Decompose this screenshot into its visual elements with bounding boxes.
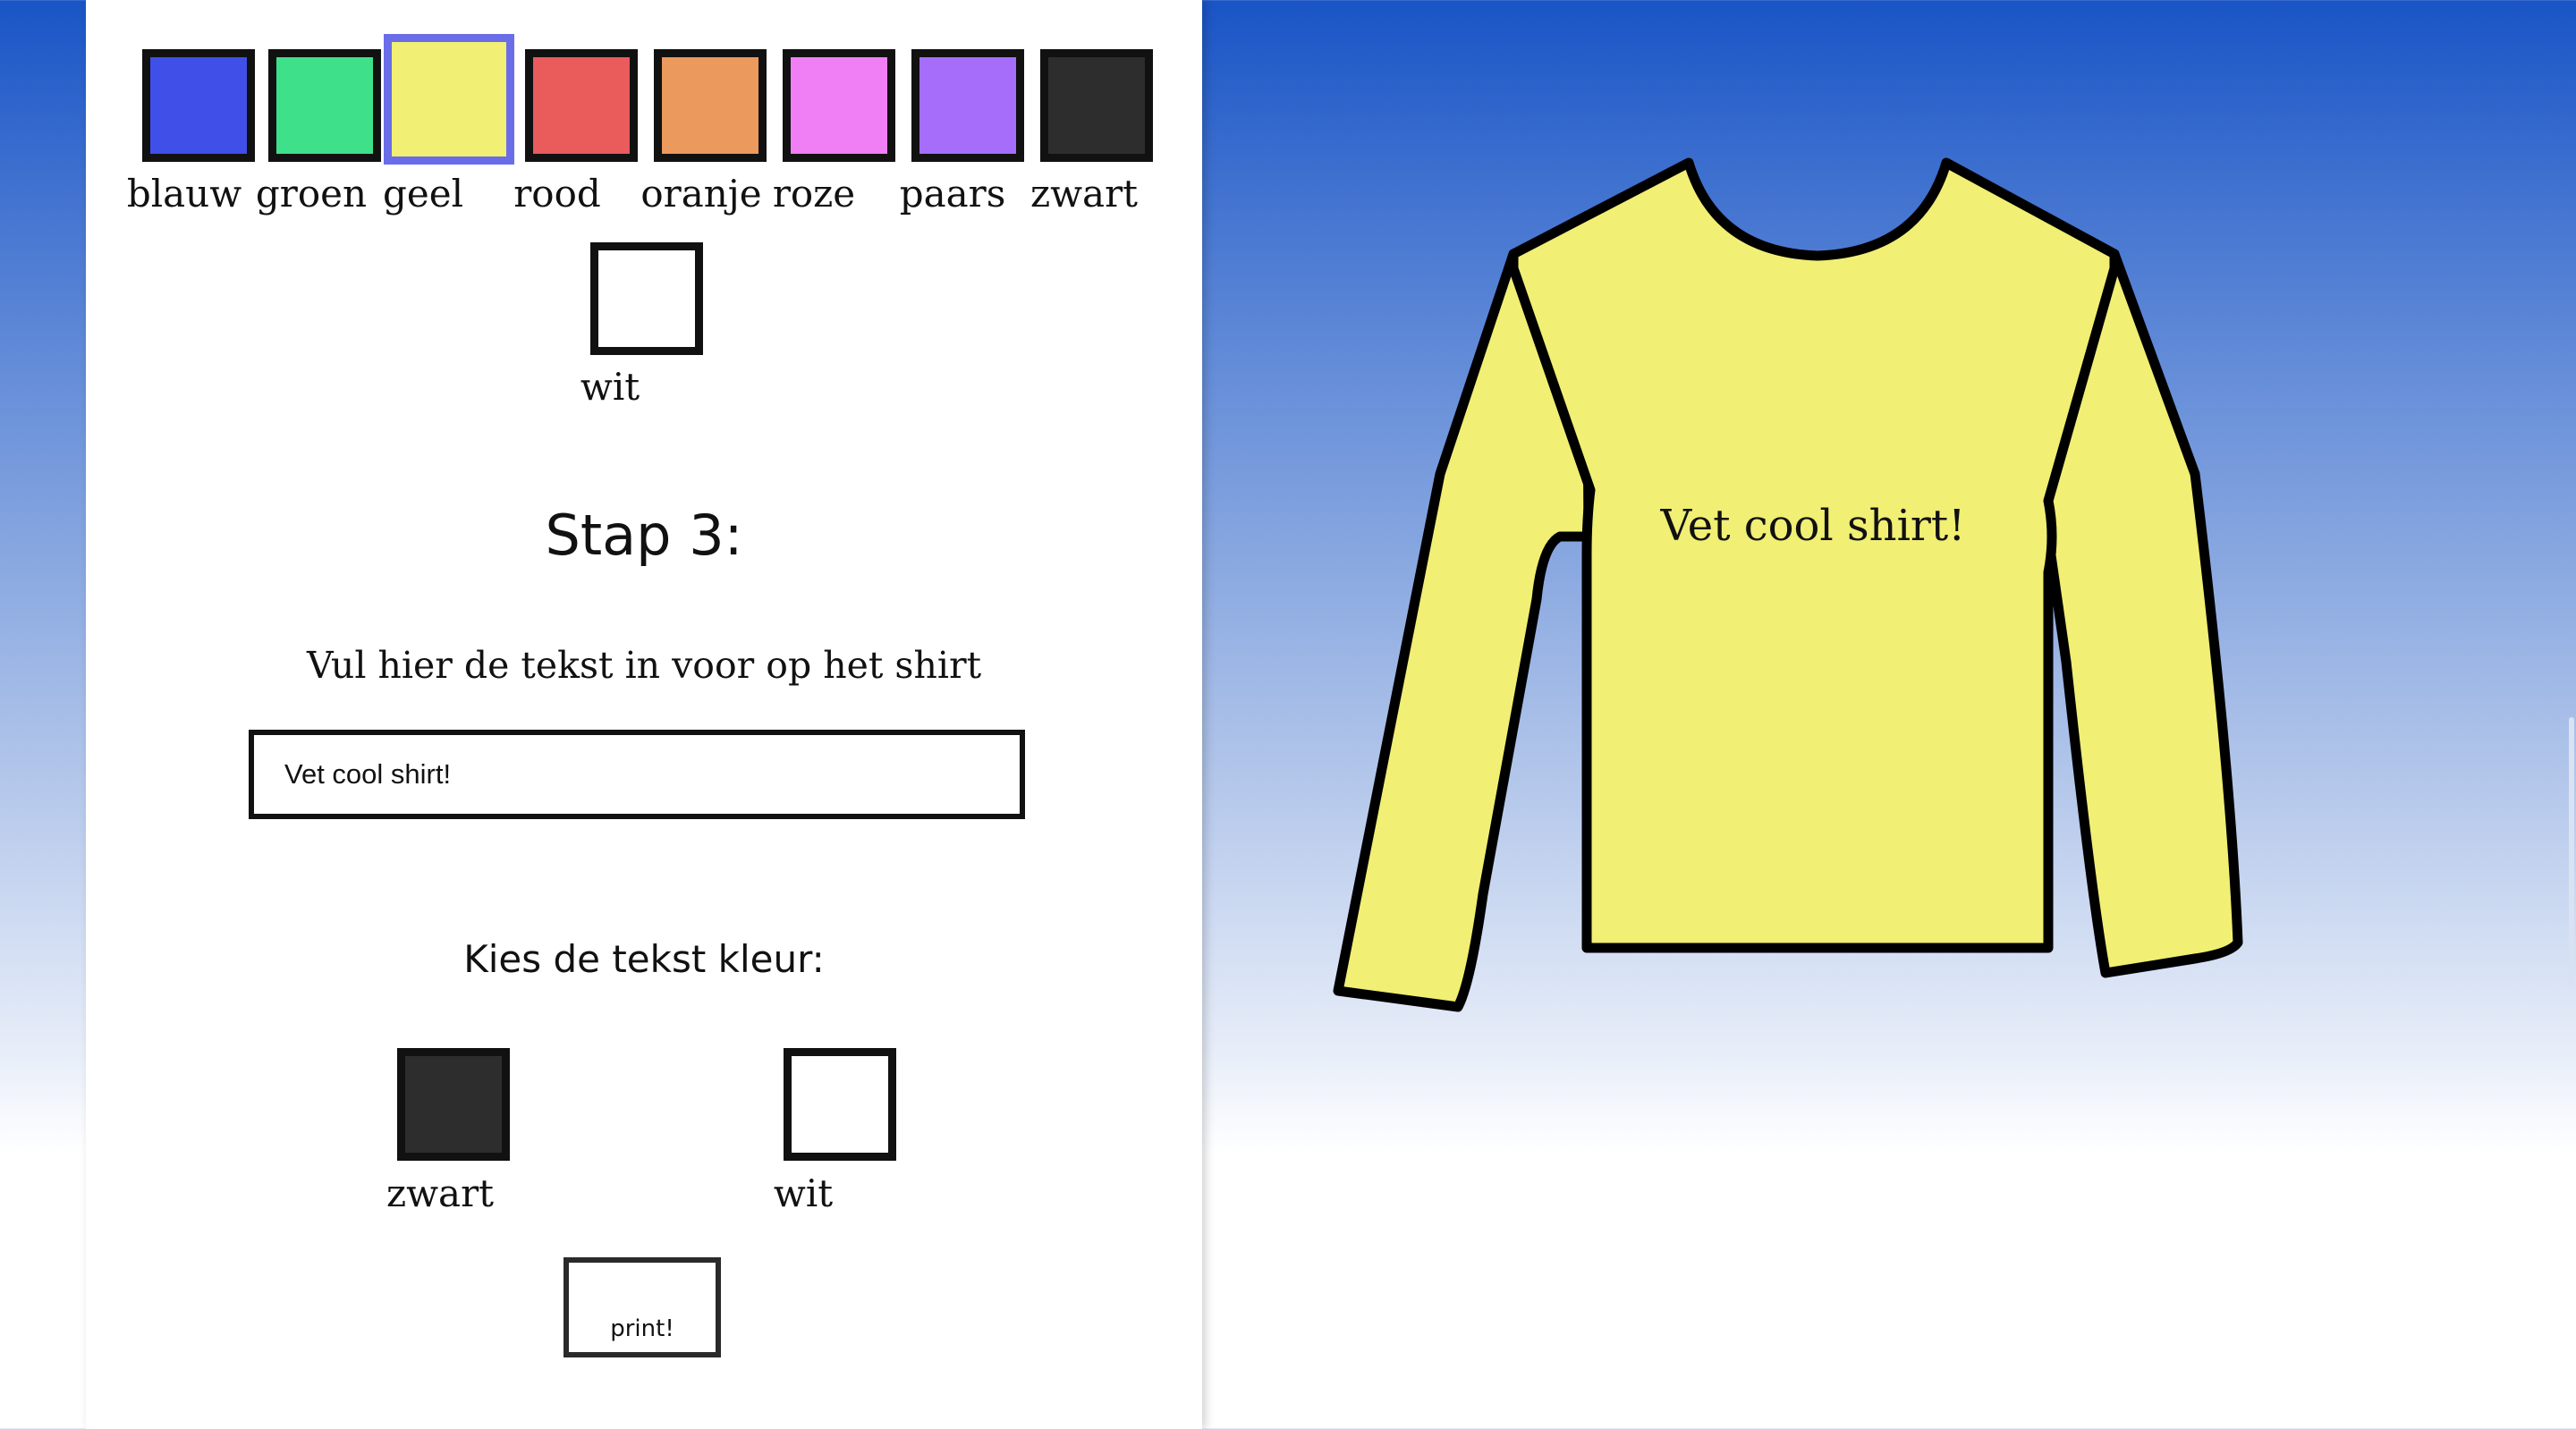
- shirt-print-text: Vet cool shirt!: [1660, 501, 1966, 551]
- shirt-color-label: geel: [382, 172, 464, 216]
- customizer-panel: blauw groen geel rood oranje roze paars …: [86, 0, 1202, 1429]
- shirt-color-paars[interactable]: [911, 49, 1024, 162]
- step-title: Stap 3:: [545, 503, 743, 568]
- shirt-text-input[interactable]: [249, 730, 1025, 819]
- shirt-preview: Vet cool shirt!: [1202, 0, 2576, 1429]
- text-color-wit[interactable]: [784, 1048, 896, 1161]
- shirt-color-label: blauw: [126, 172, 242, 216]
- shirt-color-geel[interactable]: [384, 34, 514, 165]
- shirt-color-label: wit: [580, 365, 640, 409]
- step-instruction: Vul hier de tekst in voor op het shirt: [306, 644, 982, 687]
- shirt-color-oranje[interactable]: [654, 49, 767, 162]
- shirt-color-zwart[interactable]: [1040, 49, 1153, 162]
- shirt-color-groen[interactable]: [268, 49, 381, 162]
- text-color-heading: Kies de tekst kleur:: [463, 937, 825, 981]
- shirt-illustration: Vet cool shirt!: [1333, 157, 2243, 1012]
- shirt-color-label: roze: [772, 172, 856, 216]
- shirt-color-label: oranje: [640, 172, 762, 216]
- print-button[interactable]: print!: [564, 1257, 721, 1357]
- shirt-color-label: groen: [255, 172, 368, 216]
- shirt-color-rood[interactable]: [525, 49, 638, 162]
- shirt-color-label: zwart: [1030, 172, 1139, 216]
- text-color-zwart[interactable]: [397, 1048, 510, 1161]
- shirt-body: [1508, 157, 2120, 953]
- shirt-color-roze[interactable]: [783, 49, 895, 162]
- shirt-color-label: rood: [513, 172, 601, 216]
- scrollbar-thumb[interactable]: [2569, 717, 2574, 985]
- shirt-color-blauw[interactable]: [142, 49, 255, 162]
- text-color-label: zwart: [386, 1171, 495, 1215]
- text-color-label: wit: [773, 1171, 834, 1215]
- shirt-color-wit[interactable]: [590, 242, 703, 355]
- shirt-color-label: paars: [899, 172, 1006, 216]
